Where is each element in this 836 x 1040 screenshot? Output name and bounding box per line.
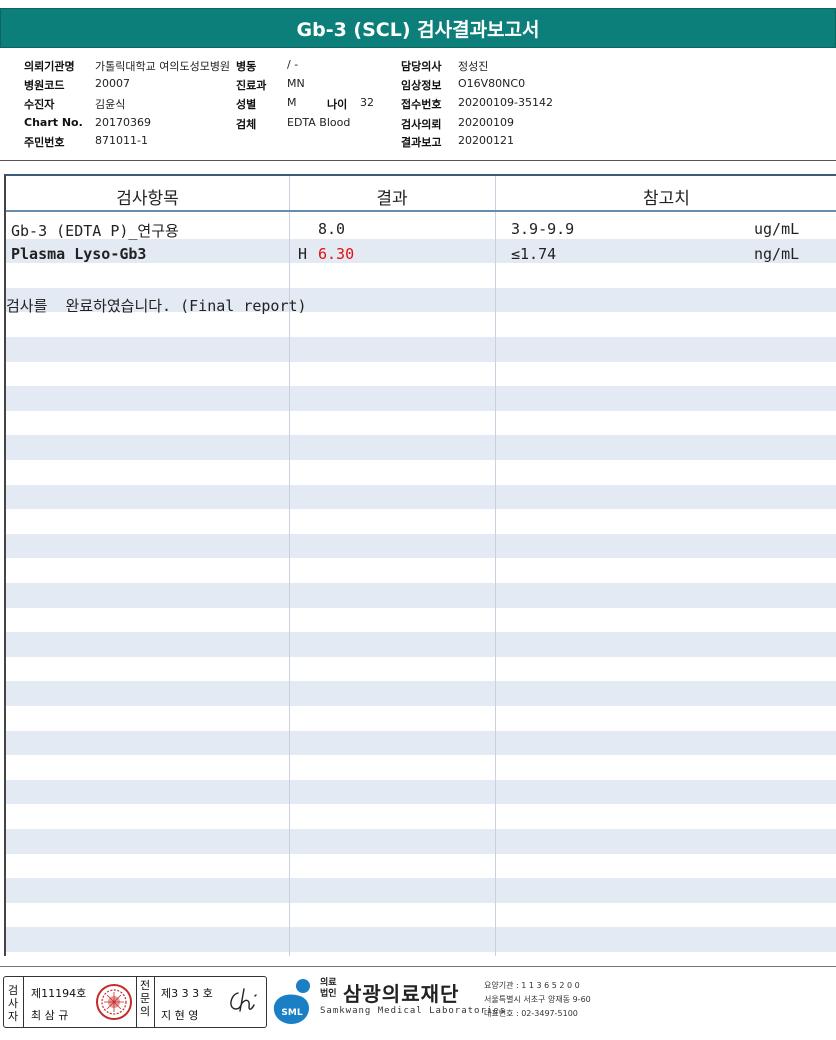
request-date-value: 20200109 [458,116,514,129]
table-row-stripe [6,804,836,829]
signature-divider [154,977,155,1027]
result-value: 6.30 [318,245,355,263]
logo-text: SML [281,1008,302,1018]
signature-divider [23,977,24,1027]
header-result: 결과 [376,189,408,209]
table-row-stripe [6,854,836,879]
footer-divider [0,966,836,967]
header-test-item: 검사항목 [116,189,179,209]
table-header: 검사항목 결과 참고치 [6,176,836,212]
high-flag: H [298,245,308,263]
table-row-stripe [6,829,836,854]
specialist-name: 지 현 영 [161,1009,199,1022]
organization-footer: SML 의료 법인 삼광의료재단 Samkwang Medical Laborat… [270,974,836,1030]
reference-range: 3.9-9.9 [511,220,575,238]
specialist-label: 전문의 [139,979,151,1018]
requesting-org-label: 의뢰기관명 [24,60,75,73]
age-label: 나이 [327,98,348,111]
org-code: 요양기관 : 1 1 3 6 5 2 0 0 [484,981,580,990]
org-phone: 대표번호 : 02-3497-5100 [484,1009,578,1018]
org-name-english: Samkwang Medical Laboratories [320,1006,507,1016]
report-date-value: 20200121 [458,134,514,147]
sml-logo-icon: SML [270,976,318,1026]
header-reference: 참고치 [643,189,690,209]
department-value: MN [287,77,305,90]
header-divider [0,160,836,161]
specialist-license-no: 제3 3 3 호 [161,987,213,1000]
table-row-stripe [6,706,836,731]
table-row-stripe [6,657,836,682]
table-row-stripe [6,632,836,657]
handwritten-signature-icon [224,985,264,1019]
hospital-code-label: 병원코드 [24,79,65,92]
tester-name: 최 삼 규 [31,1009,69,1022]
seal-stamp-icon [95,983,133,1021]
specimen-label: 검체 [236,118,257,131]
sex-label: 성별 [236,98,257,111]
receipt-no-value: 20200109-35142 [458,96,553,109]
table-row-stripe [6,386,836,411]
org-address: 서울특별시 서초구 양재동 9-60 [484,995,591,1004]
column-divider [289,176,290,956]
table-row-stripe [6,362,836,387]
table-row-stripe [6,608,836,633]
signature-box: 검사자 제11194호 최 삼 규 전문의 제3 3 3 호 지 현 영 [3,976,267,1028]
clinical-info-value: O16V80NC0 [458,77,526,90]
requesting-org-value: 가톨릭대학교 여의도성모병원 [95,60,231,73]
table-row-stripe [6,927,836,952]
doctor-value: 정성진 [458,60,489,73]
tester-label: 검사자 [7,984,19,1023]
request-date-label: 검사의뢰 [401,118,442,131]
specimen-value: EDTA Blood [287,116,351,129]
age-value: 32 [360,96,374,109]
report-title: Gb-3 (SCL) 검사결과보고서 [0,8,836,48]
resident-no-value: 871011-1 [95,134,148,147]
table-row-stripe [6,484,836,510]
department-label: 진료과 [236,79,267,92]
table-row-stripe [6,779,836,805]
resident-no-label: 주민번호 [24,136,65,149]
receipt-no-label: 접수번호 [401,98,442,111]
patient-label: 수진자 [24,98,55,111]
test-item: Gb-3 (EDTA P)_연구용 [11,222,179,240]
table-row-stripe [6,435,836,460]
chart-no-label: Chart No. [24,116,83,129]
table-row-stripe [6,755,836,780]
results-table: 검사항목 결과 참고치 Gb-3 (EDTA P)_연구용 8.0 3.9-9.… [4,174,836,956]
doctor-label: 담당의사 [401,60,442,73]
table-row-stripe [6,730,836,756]
table-row-stripe [6,337,836,362]
org-prefix: 의료 법인 [320,978,337,999]
hospital-code-value: 20007 [95,77,130,90]
sex-value: M [287,96,297,109]
org-name: 삼광의료재단 [343,982,460,1006]
table-row-stripe [6,509,836,534]
unit: ug/mL [754,220,800,238]
table-row-stripe [6,558,836,583]
table-row-stripe [6,533,836,559]
signature-divider [136,977,137,1027]
table-row-stripe [6,878,836,903]
patient-value: 김윤식 [95,98,126,111]
reference-range: ≤1.74 [511,245,557,263]
column-divider [495,176,496,956]
table-row-stripe [6,903,836,928]
report-date-label: 결과보고 [401,136,442,149]
ward-value: / - [287,58,299,71]
table-row-stripe [6,263,836,288]
patient-info-section: 의뢰기관명 가톨릭대학교 여의도성모병원 병동 / - 담당의사 정성진 병원코… [0,52,836,160]
result-value: 8.0 [318,220,346,238]
chart-no-value: 20170369 [95,116,151,129]
table-row-stripe [6,312,836,337]
clinical-info-label: 임상정보 [401,79,442,92]
ward-label: 병동 [236,60,257,73]
final-report-note: 검사를 완료하였습니다. (Final report) [6,297,307,315]
table-row-stripe [6,411,836,436]
test-item: Plasma Lyso-Gb3 [11,245,147,263]
table-row-stripe [6,460,836,485]
tester-license-no: 제11194호 [31,987,87,1000]
unit: ng/mL [754,245,800,263]
table-row-stripe [6,583,836,608]
table-row-stripe [6,681,836,706]
